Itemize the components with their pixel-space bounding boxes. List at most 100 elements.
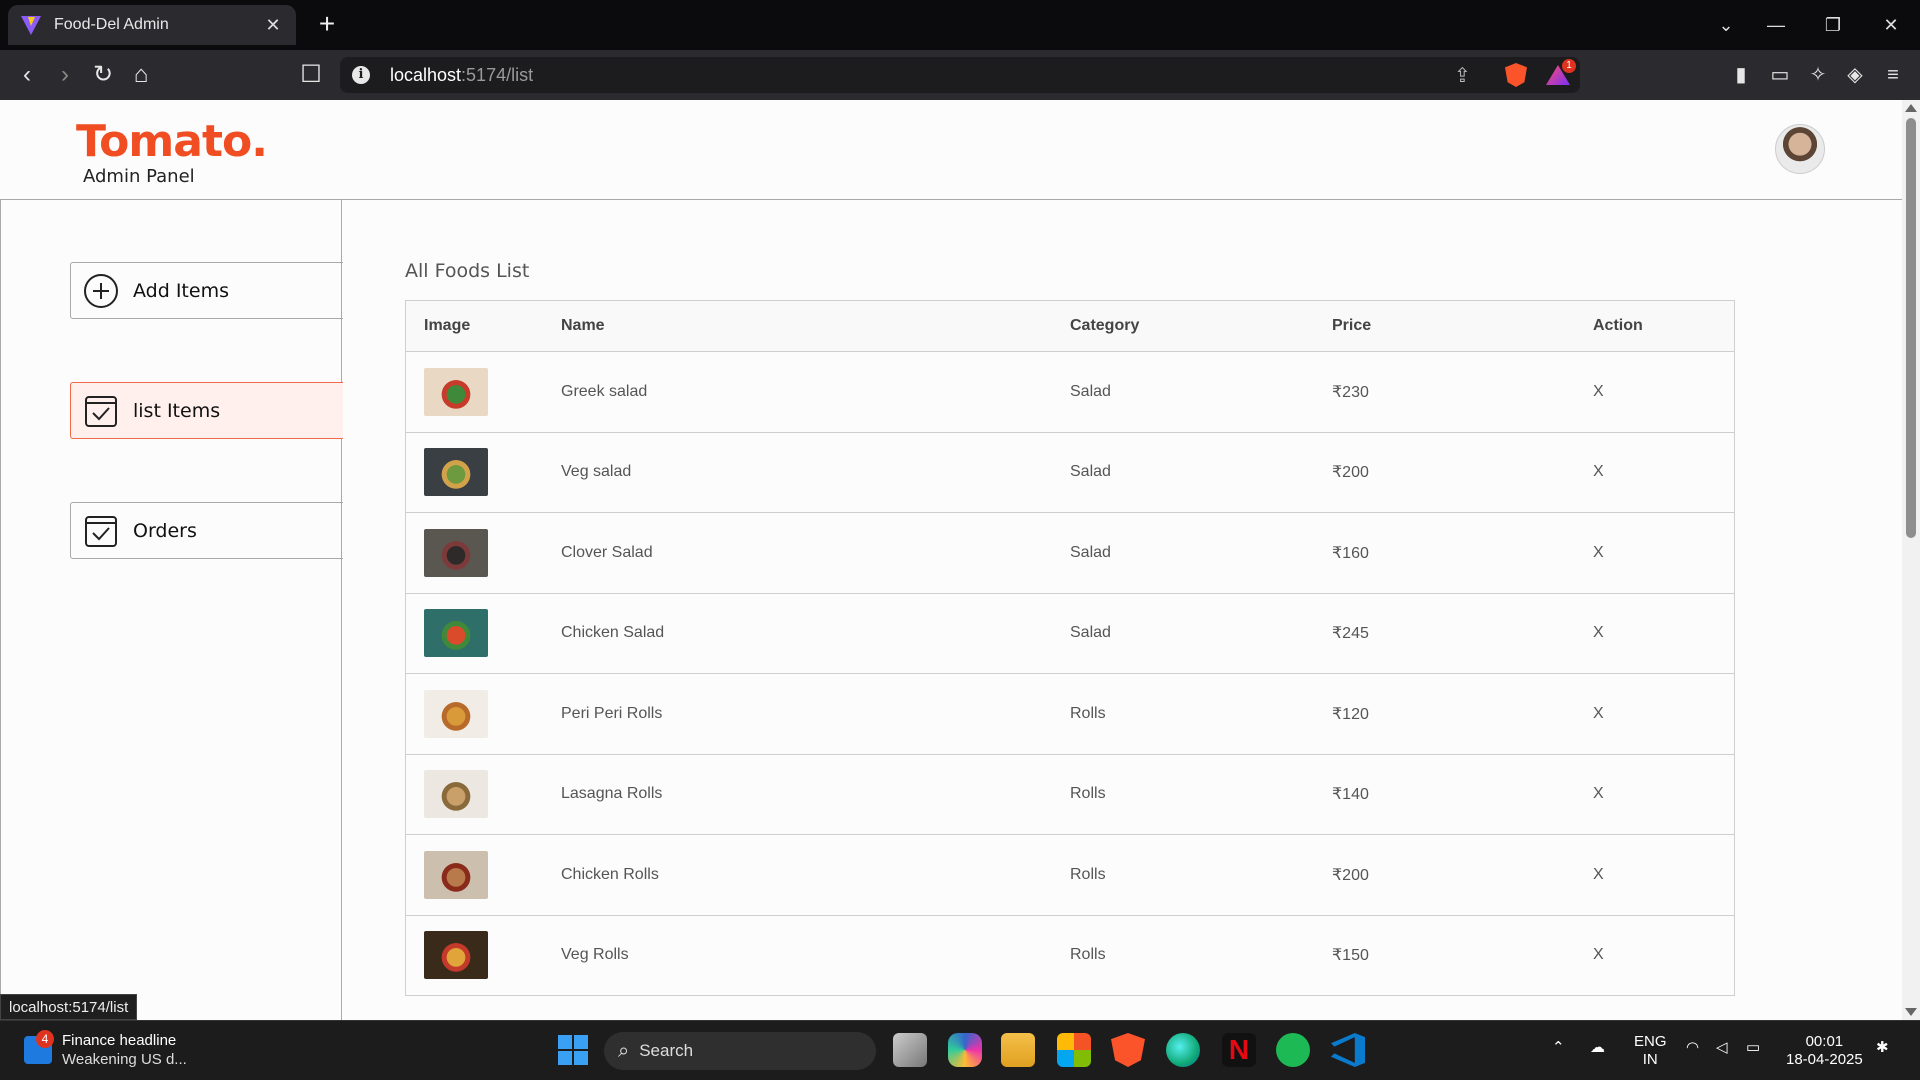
admin-panel-subtitle: Admin Panel: [83, 166, 195, 187]
restore-button[interactable]: ❐: [1813, 10, 1853, 40]
browser-tab[interactable]: Food-Del Admin ✕: [8, 5, 296, 45]
food-price: ₹230: [1332, 383, 1369, 401]
food-name: Lasagna Rolls: [561, 785, 663, 803]
sidebar-item-orders[interactable]: Orders: [70, 502, 343, 559]
brave-rewards-icon[interactable]: 1: [1546, 57, 1576, 93]
language-indicator[interactable]: ENG IN: [1634, 1033, 1667, 1069]
minimize-button[interactable]: —: [1756, 10, 1796, 40]
home-button[interactable]: ⌂: [126, 60, 156, 90]
food-category: Rolls: [1070, 785, 1106, 803]
remove-item-button[interactable]: X: [1593, 544, 1604, 562]
column-header-category: Category: [1070, 317, 1140, 334]
table-row: Clover Salad Salad ₹160 X: [405, 513, 1735, 594]
back-button[interactable]: ‹: [12, 60, 42, 90]
clock-time: 00:01: [1805, 1033, 1844, 1050]
sidebar-item-add-items[interactable]: Add Items: [70, 262, 343, 319]
clock[interactable]: 00:01 18-04-2025: [1786, 1033, 1863, 1069]
url-path: :5174/list: [461, 64, 534, 85]
profile-avatar[interactable]: [1775, 124, 1825, 174]
remove-item-button[interactable]: X: [1593, 785, 1604, 803]
food-price: ₹200: [1332, 866, 1369, 884]
food-price: ₹140: [1332, 786, 1369, 804]
site-info-icon[interactable]: i: [352, 66, 370, 84]
widgets-icon: 4: [24, 1030, 54, 1064]
food-thumbnail: [424, 528, 488, 577]
sidebar-item-label: list Items: [133, 399, 221, 422]
widget-subtitle: Weakening US d...: [62, 1051, 187, 1068]
food-category: Salad: [1070, 463, 1111, 481]
windows-taskbar: 4 Finance headline Weakening US d... ⌕ S…: [0, 1020, 1920, 1080]
copilot-icon[interactable]: [948, 1033, 982, 1067]
food-category: Salad: [1070, 624, 1111, 642]
bookmark-icon[interactable]: ☐: [296, 60, 326, 90]
address-bar[interactable]: i localhost:5174/list ⇪ 1: [340, 57, 1580, 93]
leo-ai-icon[interactable]: ✧: [1805, 62, 1831, 88]
widget-badge: 4: [36, 1030, 54, 1048]
sidebar-toggle-icon[interactable]: ▮: [1728, 62, 1754, 88]
status-url-tooltip: localhost:5174/list: [0, 994, 138, 1020]
url-host: localhost: [390, 64, 462, 85]
tab-close-icon[interactable]: ✕: [262, 15, 284, 36]
news-widget[interactable]: 4 Finance headline Weakening US d...: [24, 1030, 187, 1069]
remove-item-button[interactable]: X: [1593, 946, 1604, 964]
task-view-icon[interactable]: [893, 1033, 927, 1067]
scrollbar-thumb[interactable]: [1906, 118, 1916, 538]
notifications-icon[interactable]: ✱: [1876, 1039, 1889, 1057]
food-thumbnail: [424, 770, 488, 819]
brave-browser-icon[interactable]: [1111, 1033, 1145, 1067]
menu-icon[interactable]: ≡: [1880, 62, 1906, 88]
checklist-icon: [85, 395, 117, 427]
remove-item-button[interactable]: X: [1593, 624, 1604, 642]
tab-search-chevron-icon[interactable]: ⌄: [1706, 10, 1746, 40]
file-explorer-icon[interactable]: [1001, 1033, 1035, 1067]
vite-favicon-icon: [21, 16, 41, 35]
onedrive-icon[interactable]: ☁: [1590, 1039, 1605, 1057]
food-name: Chicken Salad: [561, 624, 665, 642]
scroll-up-icon[interactable]: [1905, 104, 1917, 112]
microsoft-store-icon[interactable]: [1057, 1033, 1091, 1067]
vpn-shield-icon[interactable]: ◈: [1842, 62, 1868, 88]
reload-button[interactable]: ↻: [88, 60, 118, 90]
close-window-button[interactable]: ✕: [1871, 10, 1911, 40]
spotify-icon[interactable]: [1276, 1033, 1310, 1067]
table-row: Chicken Rolls Rolls ₹200 X: [405, 835, 1735, 916]
volume-icon[interactable]: ◁: [1716, 1039, 1728, 1057]
remove-item-button[interactable]: X: [1593, 705, 1604, 723]
page-scrollbar[interactable]: [1902, 100, 1920, 1020]
sidebar-item-list-items[interactable]: list Items: [70, 382, 343, 439]
table-row: Veg salad Salad ₹200 X: [405, 432, 1735, 513]
browser-tab-strip: Food-Del Admin ✕ + ⌄ — ❐ ✕: [0, 0, 1920, 50]
food-price: ₹160: [1332, 544, 1369, 562]
widget-title: Finance headline: [62, 1032, 177, 1049]
sidebar-item-label: Orders: [133, 519, 197, 542]
show-hidden-icons[interactable]: ⌃: [1552, 1039, 1565, 1057]
food-table: Image Name Category Price Action Greek s…: [405, 300, 1735, 996]
browser-toolbar: ‹ › ↻ ⌂ ☐ i localhost:5174/list ⇪ 1 ▮ ▭ …: [0, 50, 1920, 100]
wifi-icon[interactable]: ◠: [1686, 1039, 1699, 1057]
food-thumbnail: [424, 689, 488, 738]
battery-icon[interactable]: ▭: [1746, 1039, 1760, 1057]
food-thumbnail: [424, 367, 488, 416]
vscode-icon[interactable]: [1331, 1033, 1365, 1067]
food-thumbnail: [424, 931, 488, 980]
new-tab-button[interactable]: +: [312, 10, 342, 40]
table-row: Greek salad Salad ₹230 X: [405, 352, 1735, 433]
food-category: Rolls: [1070, 704, 1106, 722]
edge-icon[interactable]: [1166, 1033, 1200, 1067]
taskbar-search[interactable]: ⌕ Search: [604, 1032, 876, 1070]
table-row: Lasagna Rolls Rolls ₹140 X: [405, 754, 1735, 835]
search-label: Search: [639, 1041, 694, 1060]
table-row: Chicken Salad Salad ₹245 X: [405, 593, 1735, 674]
remove-item-button[interactable]: X: [1593, 866, 1604, 884]
remove-item-button[interactable]: X: [1593, 383, 1604, 401]
remove-item-button[interactable]: X: [1593, 463, 1604, 481]
windows-start-icon[interactable]: [556, 1033, 590, 1067]
table-row: Peri Peri Rolls Rolls ₹120 X: [405, 674, 1735, 755]
brave-shields-icon[interactable]: [1505, 57, 1527, 93]
admin-navbar: Tomato. Admin Panel: [0, 100, 1902, 200]
netflix-icon[interactable]: N: [1222, 1033, 1256, 1067]
scroll-down-icon[interactable]: [1905, 1008, 1917, 1016]
share-icon[interactable]: ⇪: [1454, 57, 1471, 93]
forward-button[interactable]: ›: [50, 60, 80, 90]
wallet-icon[interactable]: ▭: [1767, 62, 1793, 88]
